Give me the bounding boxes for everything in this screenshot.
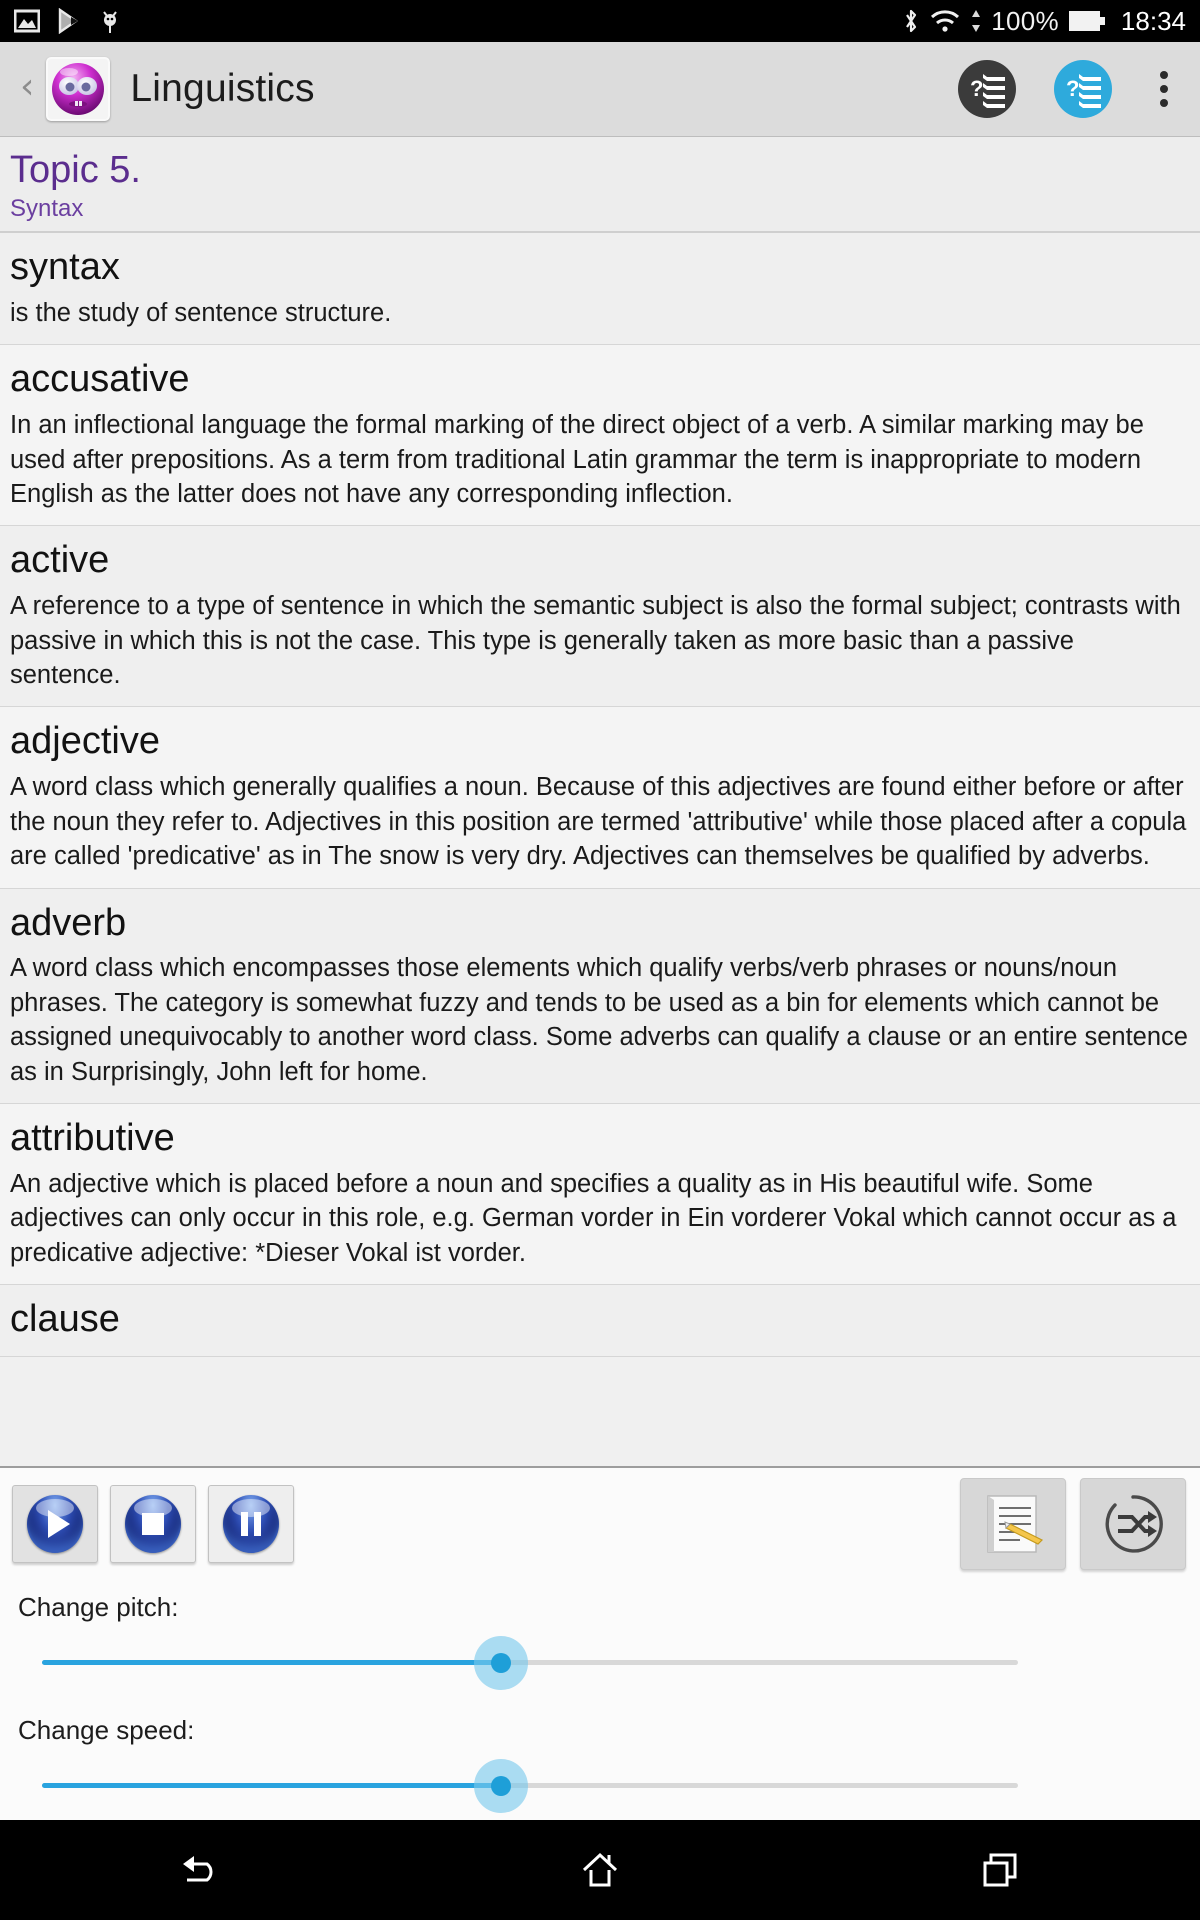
glossary-term: active [10, 539, 110, 582]
android-debug-icon [98, 8, 122, 34]
quiz-multiple-choice-blue-icon[interactable]: ? [1054, 60, 1112, 118]
tts-control-panel: Change pitch: Change speed: [0, 1466, 1200, 1820]
utility-buttons [960, 1478, 1188, 1570]
pause-icon [223, 1495, 279, 1553]
glossary-term: attributive [10, 1117, 175, 1160]
notes-button[interactable] [960, 1478, 1066, 1570]
play-store-icon [56, 7, 82, 35]
glossary-term: adjective [10, 720, 160, 763]
glossary-entry[interactable]: adverb A word class which encompasses tho… [0, 888, 1200, 1105]
more-options-icon[interactable] [1150, 65, 1178, 113]
pitch-slider[interactable] [12, 1629, 1188, 1693]
shuffle-icon [1105, 1495, 1163, 1553]
wifi-icon [929, 8, 961, 34]
glossary-entry[interactable]: syntax is the study of sentence structure… [0, 233, 1200, 346]
pitch-slider-thumb[interactable] [490, 1653, 511, 1673]
speed-slider-thumb[interactable] [490, 1776, 511, 1796]
pitch-slider-label: Change pitch: [18, 1592, 179, 1622]
stop-icon [125, 1495, 181, 1553]
glossary-entry[interactable]: attributive An adjective which is placed … [0, 1104, 1200, 1286]
navigate-up-button[interactable]: ‹ [16, 66, 40, 113]
svg-text:?: ? [1066, 76, 1079, 101]
app-icon[interactable] [46, 57, 111, 121]
glossary-term: syntax [10, 246, 120, 288]
bluetooth-icon [902, 7, 920, 35]
glossary-definition: A word class which generally qualifies a… [10, 773, 1187, 871]
back-icon [183, 1856, 213, 1882]
nav-recents-button[interactable] [940, 1820, 1060, 1920]
glossary-entry[interactable]: adjective A word class which generally qu… [0, 707, 1200, 889]
data-transfer-icon [970, 8, 982, 34]
glossary-term: clause [10, 1298, 120, 1341]
screenshot-icon [13, 9, 41, 33]
glossary-definition: A word class which encompasses those ele… [10, 954, 1188, 1086]
svg-text:?: ? [970, 76, 983, 101]
recents-icon [983, 1853, 1017, 1887]
clock-label: 18:34 [1120, 5, 1186, 36]
quiz-multiple-choice-dark-icon[interactable]: ? [958, 60, 1016, 118]
glossary-definition: is the study of sentence structure. [10, 298, 392, 327]
shuffle-button[interactable] [1080, 1478, 1186, 1570]
action-bar: ‹ Linguistics ? ? [0, 42, 1200, 137]
nav-back-button[interactable] [140, 1820, 260, 1920]
status-bar-right-icons: 100% 18:34 [902, 6, 1186, 37]
stop-button[interactable] [110, 1485, 196, 1563]
notes-edit-icon [987, 1495, 1044, 1553]
topic-subtitle: Syntax [10, 194, 84, 222]
glossary-definition: In an inflectional language the formal m… [10, 411, 1144, 508]
status-bar: 100% 18:34 [0, 0, 1200, 42]
media-buttons [12, 1485, 294, 1563]
speed-slider-label: Change speed: [18, 1715, 195, 1745]
topic-header: Topic 5. Syntax [0, 137, 1200, 233]
topic-title: Topic 5. [10, 149, 141, 191]
page-title: Linguistics [130, 67, 315, 110]
glossary-list[interactable]: syntax is the study of sentence structure… [0, 233, 1200, 1466]
battery-percent-label: 100% [991, 5, 1059, 36]
system-navigation-bar [0, 1820, 1200, 1920]
glossary-entry[interactable]: clause [0, 1285, 1200, 1357]
speed-slider-fill [42, 1783, 501, 1788]
glossary-definition: A reference to a type of sentence in whi… [10, 592, 1181, 690]
glossary-entry[interactable]: accusative In an inflectional language th… [0, 345, 1200, 527]
glossary-term: adverb [10, 901, 127, 944]
nav-home-button[interactable] [540, 1820, 660, 1920]
glossary-definition: An adjective which is placed before a no… [10, 1169, 1177, 1267]
android-screen: 100% 18:34 ‹ Linguistics ? ? Topic 5. Sy… [0, 0, 1200, 1920]
play-icon [27, 1495, 83, 1553]
status-bar-left-icons [13, 7, 122, 35]
pause-button[interactable] [208, 1485, 294, 1563]
battery-icon [1068, 9, 1106, 33]
media-controls-row [12, 1478, 1188, 1570]
glossary-term: accusative [10, 358, 190, 401]
speed-slider[interactable] [12, 1752, 1188, 1816]
play-button[interactable] [12, 1485, 98, 1563]
home-icon [582, 1852, 618, 1887]
pitch-slider-fill [42, 1660, 501, 1665]
glossary-entry[interactable]: active A reference to a type of sentence … [0, 526, 1200, 708]
action-bar-actions: ? ? [958, 60, 1184, 118]
